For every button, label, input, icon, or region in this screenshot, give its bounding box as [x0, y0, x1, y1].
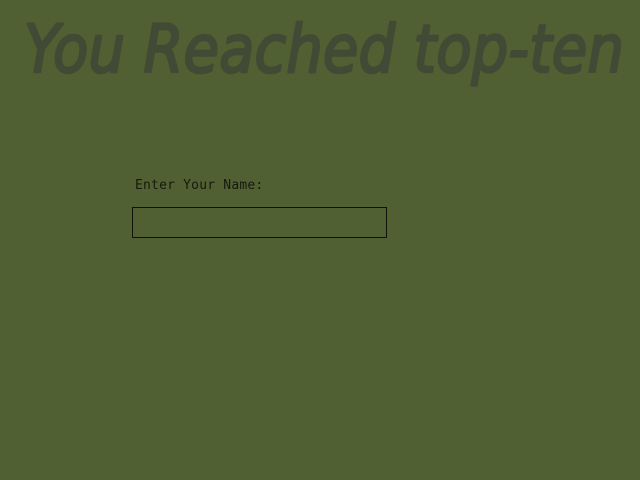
banner-title: You Reached top-ten [24, 11, 624, 88]
high-score-entry-screen: You Reached top-ten Enter Your Name: [0, 0, 640, 480]
top-ten-banner: You Reached top-ten [0, 0, 640, 110]
enter-name-label: Enter Your Name: [135, 178, 264, 193]
handwritten-title: You Reached top-ten [23, 10, 626, 90]
player-name-input[interactable] [132, 207, 387, 238]
